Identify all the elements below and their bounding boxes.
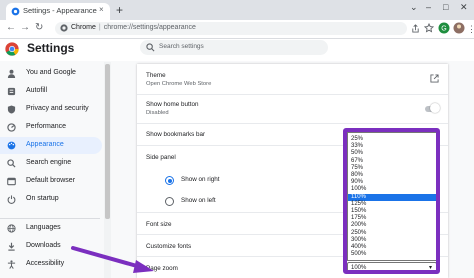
power-icon [7, 195, 16, 204]
forward-arrow-icon[interactable]: → [20, 21, 30, 35]
settings-gear-icon [11, 7, 20, 16]
font-size-label: Font size [146, 221, 172, 228]
tab-close-icon[interactable]: × [99, 5, 104, 14]
performance-icon [7, 123, 16, 132]
open-external-icon[interactable] [430, 74, 439, 83]
sidebar-item-performance[interactable]: Performance [0, 119, 102, 136]
sidebar-item-label: Autofill [26, 87, 48, 94]
sidebar-item-label: You and Google [26, 69, 76, 76]
sidebar-item-label: Privacy and security [26, 105, 89, 112]
download-icon [8, 242, 15, 251]
new-tab-button[interactable]: + [116, 3, 123, 17]
address-path: chrome://settings/appearance [103, 24, 196, 31]
bookmark-star-icon[interactable] [424, 23, 434, 33]
page-title: Settings [27, 41, 75, 55]
palette-icon [7, 141, 16, 150]
theme-sublabel: Open Chrome Web Store [146, 81, 212, 87]
address-bar[interactable]: Chrome | chrome://settings/appearance [55, 22, 407, 35]
side-panel-right-label: Show on right [181, 176, 220, 183]
home-button-sublabel: Disabled [146, 110, 169, 116]
autofill-icon [7, 87, 16, 96]
sidebar-divider [0, 218, 100, 219]
bookmarks-bar-label: Show bookmarks bar [146, 131, 206, 138]
sidebar-item-label: Performance [26, 123, 67, 130]
sidebar-item-label: Accessibility [26, 260, 65, 267]
sidebar-item-default-browser[interactable]: Default browser [0, 173, 102, 190]
search-icon [146, 43, 155, 52]
annotation-highlight-box [343, 128, 440, 274]
sidebar-item-appearance[interactable]: Appearance [0, 137, 102, 154]
search-placeholder: Search settings [159, 43, 204, 50]
tab-settings[interactable]: Settings - Appearance × [6, 3, 110, 20]
chrome-logo-icon [5, 42, 19, 56]
extension-green-icon[interactable]: G [438, 22, 450, 34]
sidebar-item-label: Default browser [26, 177, 76, 184]
sidebar-item-label: Appearance [26, 141, 64, 148]
tab-title: Settings - Appearance [23, 6, 97, 15]
reload-icon[interactable]: ↻ [35, 21, 43, 35]
svg-text:G: G [441, 26, 446, 33]
search-settings-input[interactable]: Search settings [140, 40, 328, 55]
side-panel-label: Side panel [146, 154, 176, 161]
sidebar-item-label: On startup [26, 195, 59, 202]
side-panel-left-radio[interactable] [165, 197, 174, 206]
minimize-button[interactable]: – [426, 2, 431, 12]
annotation-arrow-icon [71, 246, 154, 273]
sidebar-item-you-and-google[interactable]: You and Google [0, 65, 102, 82]
tab-search-icon[interactable]: ⌄ [410, 2, 418, 13]
sidebar-scrollbar-thumb[interactable] [105, 64, 110, 219]
menu-dots-icon[interactable]: ⋮ [467, 22, 474, 36]
back-arrow-icon[interactable]: ← [6, 21, 16, 35]
address-host: Chrome [71, 24, 96, 31]
profile-avatar-icon[interactable] [453, 22, 465, 34]
browser-icon [7, 177, 16, 186]
address-text: Chrome | chrome://settings/appearance [71, 24, 196, 31]
maximize-button[interactable]: □ [443, 2, 448, 12]
chrome-icon [60, 24, 68, 32]
search-icon [7, 159, 16, 168]
row-divider [137, 123, 448, 124]
home-button-toggle-knob[interactable] [430, 103, 440, 113]
sidebar-item-autofill[interactable]: Autofill [0, 83, 102, 100]
sidebar-item-label: Downloads [26, 242, 61, 249]
shield-icon [7, 105, 16, 114]
sidebar-item-on-startup[interactable]: On startup [0, 191, 102, 208]
side-panel-left-label: Show on left [181, 197, 216, 204]
row-divider [137, 94, 448, 95]
sidebar-item-privacy[interactable]: Privacy and security [0, 101, 102, 118]
accessibility-icon [7, 260, 16, 269]
address-separator: | [98, 24, 101, 31]
sidebar-item-search-engine[interactable]: Search engine [0, 155, 102, 172]
sidebar-item-label: Languages [26, 224, 61, 231]
home-button-label: Show home button [146, 101, 199, 108]
side-panel-right-radio[interactable] [165, 176, 174, 185]
close-window-button[interactable]: ✕ [460, 2, 468, 13]
share-icon[interactable] [411, 24, 420, 33]
person-icon [7, 69, 16, 78]
globe-icon [7, 224, 16, 233]
theme-label: Theme [146, 72, 166, 79]
sidebar-item-label: Search engine [26, 159, 72, 166]
sidebar-item-languages[interactable]: Languages [0, 220, 102, 237]
